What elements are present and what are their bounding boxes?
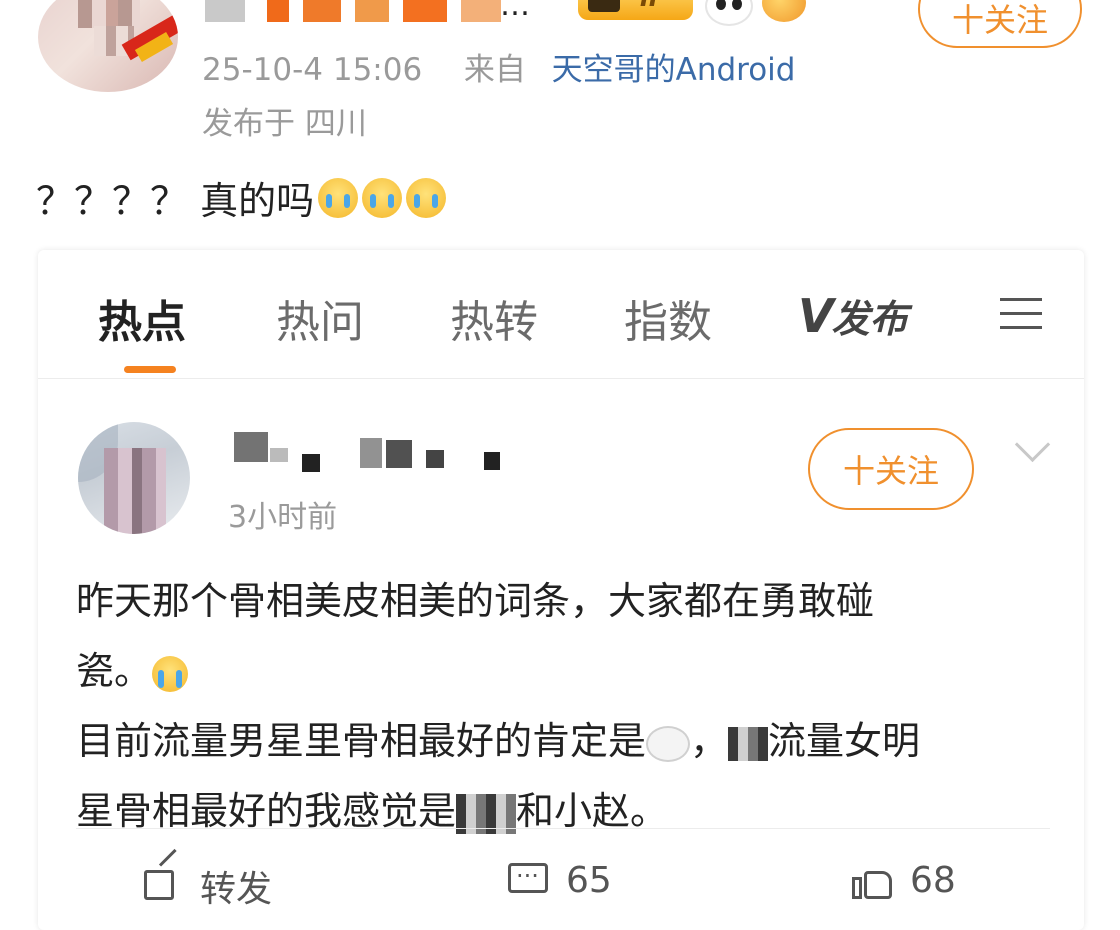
- follow-button[interactable]: 十关注: [918, 0, 1082, 48]
- comment-count: 65: [566, 860, 612, 901]
- body-punct: ，: [690, 719, 729, 763]
- divider: [76, 828, 1050, 829]
- post-text-content: ？？？？ 真的吗: [36, 179, 315, 223]
- panda-badge-icon[interactable]: [705, 0, 753, 26]
- comment-button[interactable]: 65: [508, 855, 612, 901]
- name-ellipsis: …: [500, 0, 531, 23]
- post-source-link[interactable]: 天空哥的Android: [552, 52, 796, 88]
- active-tab-indicator: [124, 366, 176, 373]
- menu-icon[interactable]: [1000, 298, 1042, 330]
- card-post-time: 3小时前: [228, 500, 338, 535]
- repost-label: 转发: [200, 869, 273, 910]
- card-author-name-obscured[interactable]: [230, 430, 510, 474]
- crying-emoji-icon: [152, 655, 189, 692]
- hot-tabs-bar: 热点 热问 热转 指数 V 发布: [38, 250, 1084, 379]
- tab-index[interactable]: 指数: [624, 286, 712, 350]
- post-time: 25-10-4 15:06: [202, 52, 423, 88]
- body-line: 星骨相最好的我感觉是: [76, 789, 457, 833]
- body-line: 和小赵。: [516, 789, 669, 833]
- action-bar: 转发 65 68: [38, 850, 1084, 920]
- crying-emoji-icon: [362, 177, 403, 218]
- orange-badge-icon[interactable]: [762, 0, 806, 22]
- comment-icon: [508, 855, 548, 901]
- meta-from-label: 来自: [463, 52, 526, 88]
- vip-badge-icon[interactable]: II: [578, 0, 693, 20]
- publish-button[interactable]: V 发布: [798, 288, 908, 343]
- crying-emoji-icon: [318, 177, 359, 218]
- sheep-emoji-icon: [646, 725, 691, 762]
- body-line: 昨天那个骨相美皮相美的词条，大家都在勇敢碰: [76, 579, 875, 623]
- body-line: 流量女明: [768, 719, 921, 763]
- crying-emoji-icon: [406, 177, 447, 218]
- tab-hot-reposts[interactable]: 热转: [450, 286, 538, 350]
- publish-label: 发布: [831, 297, 908, 341]
- tab-hot[interactable]: 热点: [98, 286, 186, 350]
- pixelated-face: [78, 0, 140, 28]
- tab-hot-questions[interactable]: 热问: [276, 286, 364, 350]
- author-avatar[interactable]: [38, 0, 178, 92]
- post-location: 发布于 四川: [202, 106, 367, 142]
- pixelated-face: [104, 448, 166, 534]
- post-text: ？？？？ 真的吗: [36, 170, 447, 225]
- body-line: 目前流量男星里骨相最好的肯定是: [76, 719, 647, 763]
- author-name-obscured[interactable]: [205, 0, 535, 26]
- card-follow-button[interactable]: 十关注: [808, 428, 974, 510]
- obscured-text: [728, 726, 769, 761]
- like-count: 68: [910, 860, 956, 901]
- repost-button[interactable]: 转发: [142, 860, 272, 912]
- share-icon: [142, 866, 182, 906]
- badge-level: II: [640, 0, 658, 12]
- body-line: 瓷。: [76, 649, 153, 693]
- thumbs-up-icon: [852, 861, 892, 901]
- post-meta: 25-10-4 15:06 来自 天空哥的Android: [202, 44, 795, 89]
- like-button[interactable]: 68: [852, 860, 956, 901]
- card-author-avatar[interactable]: [78, 422, 190, 534]
- card-body-text: 昨天那个骨相美皮相美的词条，大家都在勇敢碰 瓷。 目前流量男星里骨相最好的肯定是…: [76, 566, 1036, 846]
- chevron-down-icon[interactable]: [1012, 430, 1052, 460]
- publish-logo-icon: V: [798, 288, 834, 343]
